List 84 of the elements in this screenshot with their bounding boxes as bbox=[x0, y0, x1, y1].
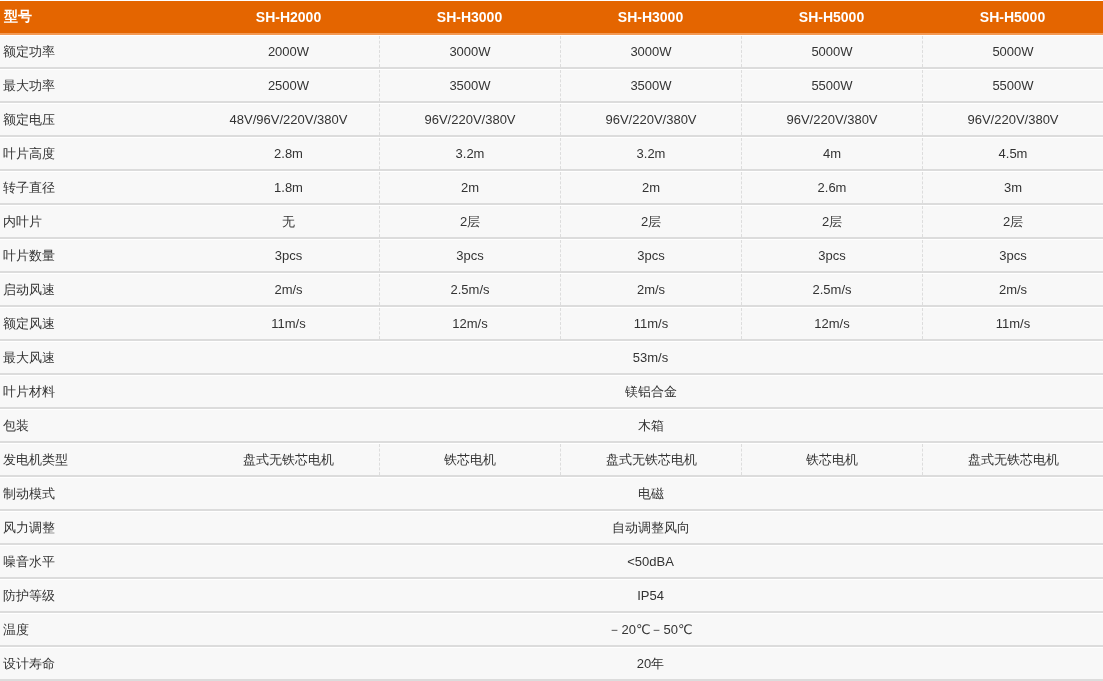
table-cell: 96V/220V/380V bbox=[922, 104, 1103, 135]
table-cell-text: 无 bbox=[281, 212, 296, 231]
table-cell-text: IP54 bbox=[636, 587, 665, 605]
table-cell: 2层 bbox=[922, 206, 1103, 237]
table-cell: 铁芯电机 bbox=[741, 444, 922, 475]
table-cell: 2.5m/s bbox=[741, 274, 922, 305]
table-cell: 2m bbox=[560, 172, 741, 203]
table-cell-text: 盘式无铁芯电机 bbox=[242, 450, 335, 469]
table-cell: 盘式无铁芯电机 bbox=[922, 444, 1103, 475]
table-cell: 3.2m bbox=[560, 138, 741, 169]
table-cell: 3pcs bbox=[741, 240, 922, 271]
table-cell: 4m bbox=[741, 138, 922, 169]
table-cell: 5000W bbox=[922, 36, 1103, 67]
header-cell-text: SH-H3000 bbox=[435, 9, 504, 25]
row-label: 叶片数量 bbox=[2, 246, 56, 265]
table-cell: 2m bbox=[379, 172, 560, 203]
row-label: 噪音水平 bbox=[2, 552, 56, 571]
table-cell-text: 2000W bbox=[266, 43, 311, 61]
table-cell: 2m/s bbox=[922, 274, 1103, 305]
row-label: 防护等级 bbox=[2, 586, 56, 605]
table-cell: 2m/s bbox=[560, 274, 741, 305]
table-cell-text: 2.8m bbox=[273, 145, 304, 163]
table-cell: 96V/220V/380V bbox=[379, 104, 560, 135]
table-cell-text: 镁铝合金 bbox=[623, 382, 678, 401]
header-cell-text: SH-H2000 bbox=[254, 9, 323, 25]
header-cell-text: SH-H3000 bbox=[616, 9, 685, 25]
row-label: 风力调整 bbox=[2, 518, 56, 537]
row-label: 启动风速 bbox=[2, 280, 56, 299]
row-label: 最大功率 bbox=[2, 76, 56, 95]
row-label: 包装 bbox=[2, 416, 30, 435]
row-label: 额定电压 bbox=[2, 110, 56, 129]
table-cell-text: 3pcs bbox=[273, 247, 304, 265]
table-cell: 11m/s bbox=[922, 308, 1103, 339]
table-cell-text: 2500W bbox=[266, 77, 311, 95]
row-label: 发电机类型 bbox=[2, 450, 69, 469]
table-cell: 5000W bbox=[741, 36, 922, 67]
table-cell: 4.5m bbox=[922, 138, 1103, 169]
table-cell: 2层 bbox=[379, 206, 560, 237]
table-cell: 3.2m bbox=[379, 138, 560, 169]
table-cell: 2层 bbox=[560, 206, 741, 237]
row-label: 内叶片 bbox=[2, 212, 43, 231]
table-cell-text: 电磁 bbox=[636, 484, 665, 503]
table-cell: 96V/220V/380V bbox=[560, 104, 741, 135]
table-cell: 96V/220V/380V bbox=[741, 104, 922, 135]
table-cell-text: 1.8m bbox=[273, 179, 304, 197]
row-label: 最大风速 bbox=[2, 348, 56, 367]
row-label: 转子直径 bbox=[2, 178, 56, 197]
table-cell: 2.6m bbox=[741, 172, 922, 203]
header-cell-text: 型号 bbox=[3, 8, 33, 26]
row-label: 额定功率 bbox=[2, 42, 56, 61]
table-cell-text: 11m/s bbox=[270, 315, 307, 333]
table-cell: 3500W bbox=[560, 70, 741, 101]
table-cell-text: 2m/s bbox=[273, 281, 304, 299]
header-cell-text: SH-H5000 bbox=[978, 9, 1047, 25]
table-cell: 12m/s bbox=[741, 308, 922, 339]
row-label: 设计寿命 bbox=[2, 654, 56, 673]
table-cell: 5500W bbox=[741, 70, 922, 101]
table-cell: 2.5m/s bbox=[379, 274, 560, 305]
table-cell-text: 48V/96V/220V/380V bbox=[228, 111, 349, 129]
table-cell: 3pcs bbox=[379, 240, 560, 271]
table-cell: 12m/s bbox=[379, 308, 560, 339]
table-cell: 铁芯电机 bbox=[379, 444, 560, 475]
row-label: 额定风速 bbox=[2, 314, 56, 333]
table-cell: 2层 bbox=[741, 206, 922, 237]
table-cell: 11m/s bbox=[560, 308, 741, 339]
row-label: 温度 bbox=[2, 620, 30, 639]
table-cell-text: <50dBA bbox=[626, 553, 675, 571]
table-cell-text: －20℃－50℃ bbox=[607, 620, 694, 639]
table-cell: 3pcs bbox=[922, 240, 1103, 271]
table-cell-text: 木箱 bbox=[636, 416, 665, 435]
table-cell-text: 20年 bbox=[635, 654, 666, 673]
table-cell-text: 自动调整风向 bbox=[610, 518, 691, 537]
table-cell: 盘式无铁芯电机 bbox=[560, 444, 741, 475]
table-cell: 3500W bbox=[379, 70, 560, 101]
row-label: 制动模式 bbox=[2, 484, 56, 503]
table-cell: 3pcs bbox=[560, 240, 741, 271]
table-cell: 3m bbox=[922, 172, 1103, 203]
row-label: 叶片高度 bbox=[2, 144, 56, 163]
table-cell: 3000W bbox=[560, 36, 741, 67]
table-cell: 3000W bbox=[379, 36, 560, 67]
table-cell: 5500W bbox=[922, 70, 1103, 101]
table-cell-text: 53m/s bbox=[631, 349, 670, 367]
header-cell-text: SH-H5000 bbox=[797, 9, 866, 25]
row-label: 叶片材料 bbox=[2, 382, 56, 401]
